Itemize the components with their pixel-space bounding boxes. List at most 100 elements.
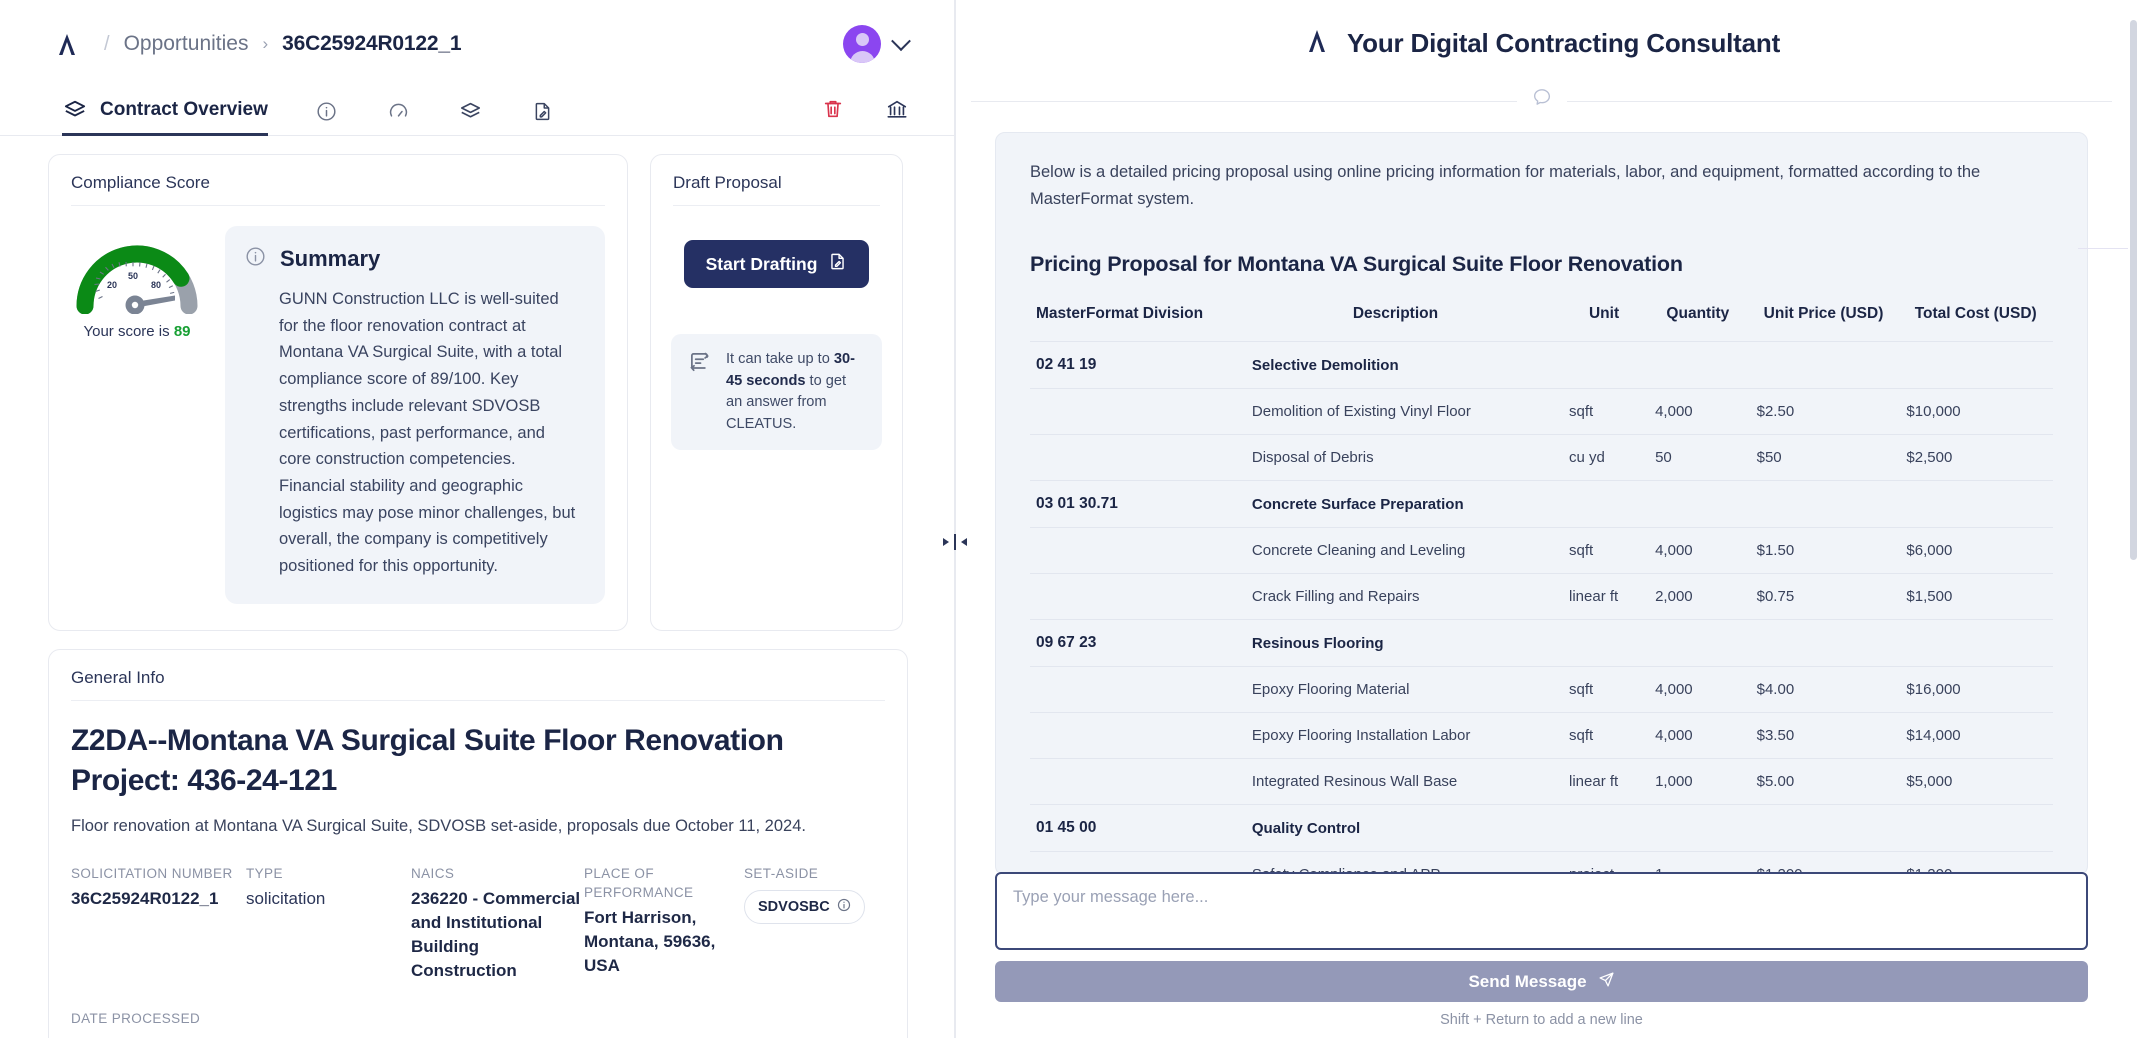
field-naics: NAICS 236220 - Commercial and Institutio…	[411, 864, 584, 984]
cell-unit: linear ft	[1561, 758, 1648, 805]
breadcrumb-parent-link[interactable]: Opportunities	[124, 32, 249, 56]
cell-description: Demolition of Existing Vinyl Floor	[1229, 388, 1562, 435]
cell-division	[1030, 434, 1230, 481]
cell-description: Safety Compliance and APP	[1229, 851, 1562, 872]
cell-division: 09 67 23	[1030, 619, 1230, 667]
cell-unit: linear ft	[1561, 573, 1648, 620]
cell-total-cost: $10,000	[1898, 388, 2053, 435]
user-menu[interactable]	[843, 25, 911, 63]
cell-quantity: 4,000	[1647, 666, 1749, 713]
cell-quantity: 4,000	[1647, 712, 1749, 759]
scrollbar-thumb[interactable]	[2130, 20, 2137, 560]
column-header-total-cost: Total Cost (USD)	[1914, 305, 2037, 323]
breadcrumb-slash: /	[104, 32, 110, 55]
start-drafting-label: Start Drafting	[705, 253, 818, 274]
column-header-unit-price: Unit Price (USD)	[1763, 305, 1884, 323]
draft-card-title: Draft Proposal	[673, 173, 782, 192]
table-row: Safety Compliance and APPproject1$1,200$…	[1030, 851, 2053, 872]
general-info-card-title: General Info	[71, 667, 165, 687]
top-bar: / Opportunities › 36C25924R0122_1	[0, 0, 954, 88]
cell-unit-price	[1748, 480, 1899, 528]
table-row: 03 01 30.71 Concrete Surface Preparation	[1030, 480, 2053, 528]
field-label: TYPE	[246, 865, 283, 881]
cell-unit: project	[1561, 851, 1648, 872]
lambda-logo-icon	[1303, 26, 1331, 61]
bank-button[interactable]	[886, 98, 908, 125]
cell-quantity	[1647, 804, 1749, 852]
pricing-proposal-heading: Pricing Proposal for Montana VA Surgical…	[1030, 252, 1683, 277]
cell-unit-price	[1748, 341, 1899, 389]
svg-text:80: 80	[151, 280, 161, 290]
cell-total-cost	[1898, 480, 2053, 528]
table-row: Disposal of Debris cu yd 50 $50 $2,500	[1030, 434, 2053, 481]
cell-quantity: 4,000	[1647, 527, 1749, 574]
app-root: / Opportunities › 36C25924R0122_1 Contra…	[0, 0, 2142, 1038]
field-value: 09/25/2024, 12:46:48 AM	[71, 1033, 191, 1038]
cell-division: 03 01 30.71	[1030, 480, 1230, 528]
start-drafting-button[interactable]: Start Drafting	[683, 240, 870, 288]
cell-unit: cu yd	[1561, 434, 1648, 481]
send-icon	[1598, 971, 1615, 993]
field-label: PLACE OF PERFORMANCE	[584, 865, 694, 900]
cell-unit: sqft	[1561, 712, 1648, 759]
cell-division	[1030, 712, 1230, 759]
tab-bar: Contract Overview	[0, 88, 954, 136]
tab-contract-overview-label: Contract Overview	[100, 99, 268, 120]
table-row: Demolition of Existing Vinyl Floor sqft 4,…	[1030, 388, 2053, 435]
field-label: SET-ASIDE	[744, 865, 819, 881]
column-header-unit: Unit	[1588, 305, 1620, 323]
delete-button[interactable]	[822, 98, 844, 125]
cell-unit-price: $1,200	[1748, 851, 1899, 872]
pane-resizer[interactable]	[943, 0, 967, 1038]
cell-unit-price: $2.50	[1748, 388, 1899, 435]
drafting-time-note: It can take up to 30-45 seconds to get a…	[671, 334, 882, 451]
scrollbar-track[interactable]	[2130, 6, 2140, 1032]
field-place-of-performance: PLACE OF PERFORMANCE Fort Harrison, Mont…	[584, 864, 744, 984]
chat-bubble-icon	[1516, 86, 1567, 110]
draft-proposal-card: Draft Proposal Start Drafting It can tak…	[650, 154, 903, 631]
cell-total-cost	[1898, 804, 2053, 852]
cell-description: Resinous Flooring	[1229, 619, 1562, 667]
cell-description: Epoxy Flooring Material	[1229, 666, 1562, 713]
gauge-chart-svg: 20 50 80	[76, 245, 198, 315]
document-edit-icon	[828, 252, 847, 276]
cell-description: Selective Demolition	[1229, 341, 1562, 389]
message-input[interactable]	[995, 872, 2088, 950]
top-cards-row: Compliance Score 20 50 80 Your score is …	[48, 136, 908, 631]
drafting-time-note-text: It can take up to 30-45 seconds to get a…	[726, 349, 866, 435]
summary-title: Summary	[280, 246, 381, 271]
cell-division	[1030, 388, 1230, 435]
tab-info[interactable]	[314, 99, 340, 125]
info-circle-icon[interactable]	[837, 898, 851, 916]
chevron-down-icon[interactable]	[891, 31, 911, 52]
send-message-button[interactable]: Send Message	[995, 961, 2088, 1002]
cell-unit	[1561, 480, 1648, 528]
cell-division	[1030, 527, 1230, 574]
lambda-logo-icon[interactable]	[52, 29, 82, 59]
compliance-card-title: Compliance Score	[71, 173, 210, 192]
tab-layers[interactable]	[458, 99, 484, 125]
cell-description: Integrated Resinous Wall Base	[1229, 758, 1562, 805]
pricing-table-body: 02 41 19 Selective Demolition Demolition o…	[1030, 341, 2053, 872]
status-badge[interactable]: SDVOSBC	[744, 889, 865, 924]
tab-document[interactable]	[530, 99, 556, 125]
field-solicitation-number: SOLICITATION NUMBER 36C25924R0122_1	[71, 864, 246, 984]
cell-unit: sqft	[1561, 388, 1648, 435]
cell-quantity	[1647, 341, 1749, 389]
chat-message-list[interactable]: Below is a detailed pricing proposal usi…	[955, 116, 2128, 872]
cell-unit-price: $4.00	[1748, 666, 1899, 713]
cell-quantity: 50	[1647, 434, 1749, 481]
cell-unit-price: $1.50	[1748, 527, 1899, 574]
tab-gauge[interactable]	[386, 99, 412, 125]
field-type: TYPE solicitation	[246, 864, 411, 984]
message-intro-text: Below is a detailed pricing proposal usi…	[1030, 163, 1981, 208]
avatar[interactable]	[843, 25, 881, 63]
left-scroll-area[interactable]: Compliance Score 20 50 80 Your score is …	[0, 136, 954, 1038]
table-row: Integrated Resinous Wall Base linear ft 1,…	[1030, 758, 2053, 805]
breadcrumb: / Opportunities › 36C25924R0122_1	[104, 32, 462, 56]
tab-contract-overview[interactable]: Contract Overview	[62, 88, 268, 136]
chat-header: Your Digital Contracting Consultant	[955, 0, 2128, 86]
field-label: SOLICITATION NUMBER	[71, 865, 233, 881]
resize-handle-icon[interactable]	[942, 534, 968, 550]
field-value: 36C25924R0122_1	[71, 888, 219, 908]
